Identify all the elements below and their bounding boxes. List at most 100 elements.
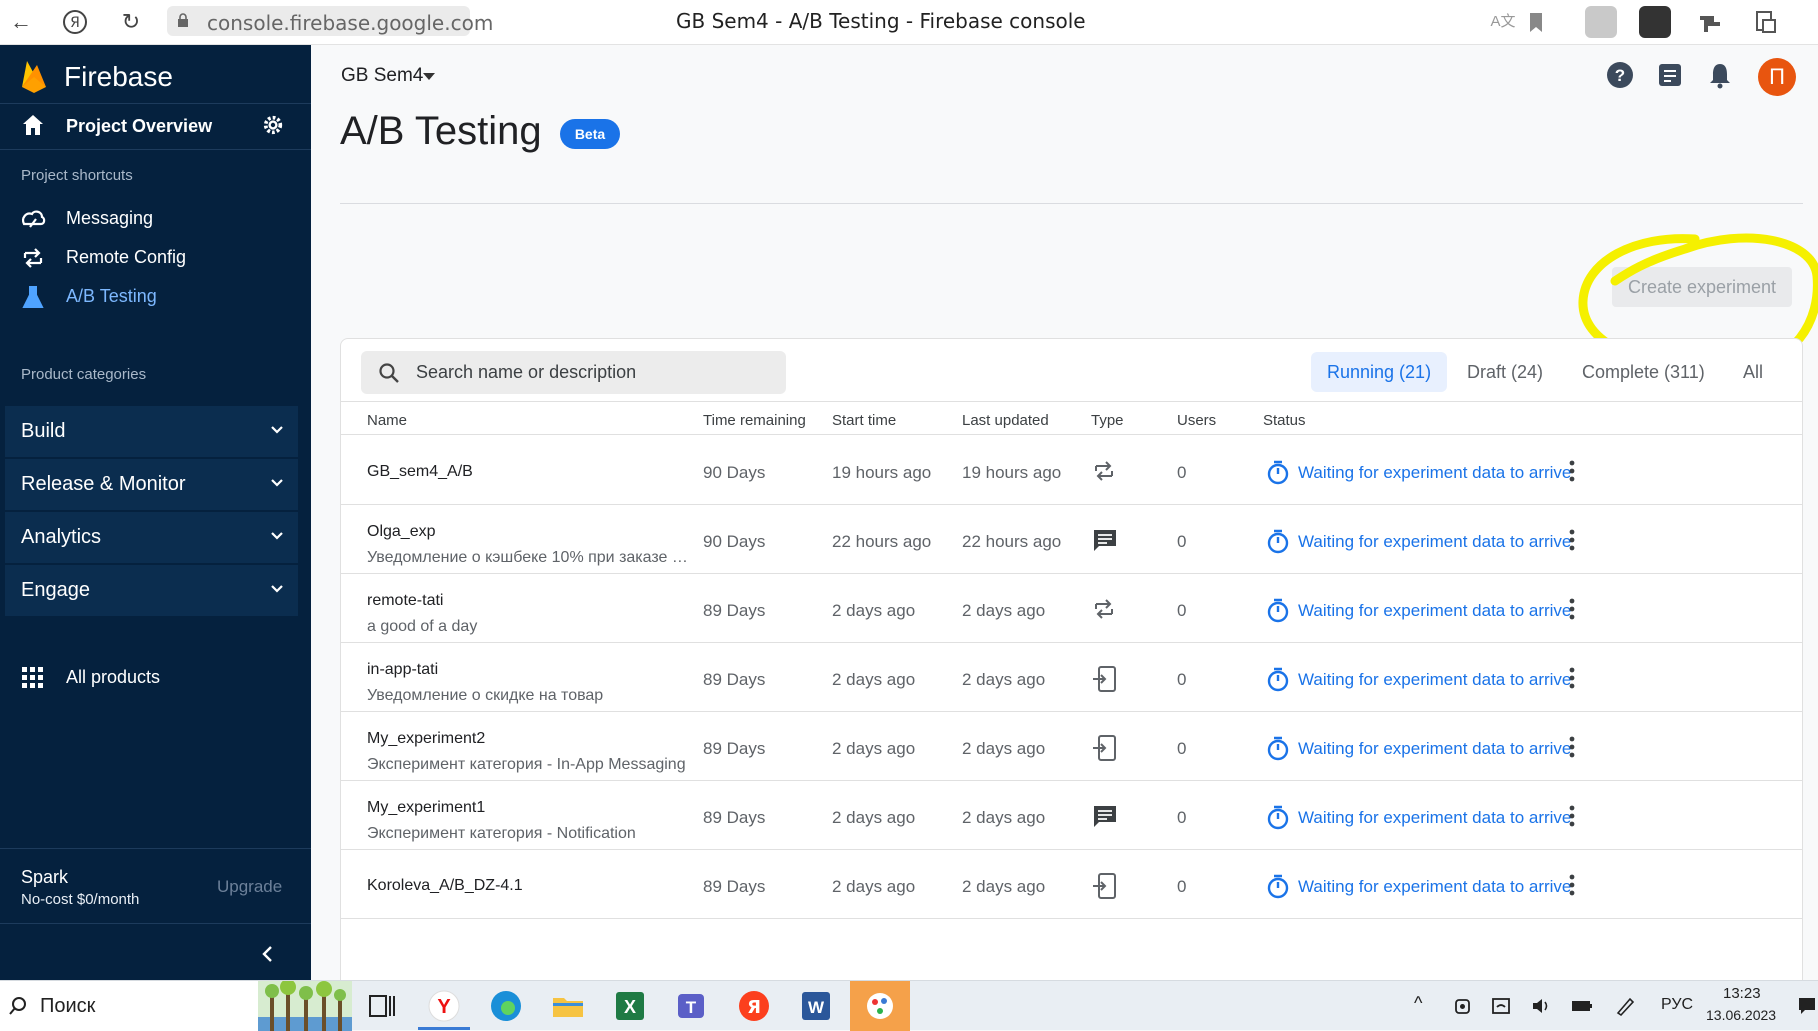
reload-icon[interactable]: ↻ [116,7,146,37]
avatar[interactable]: П [1758,58,1796,96]
table-row[interactable]: My_experiment1 Эксперимент категория - N… [341,781,1802,850]
teams-icon[interactable]: T [672,986,712,1026]
translate-icon[interactable]: A文 [1488,7,1518,37]
more-vert-icon[interactable] [1569,529,1575,551]
notification-center-icon[interactable] [1797,995,1817,1017]
table-row[interactable]: in-app-tati Уведомление о скидке на това… [341,643,1802,712]
notifications-bell-icon[interactable] [1706,61,1734,89]
firebase-logo[interactable]: Firebase [20,59,173,95]
excel-icon[interactable]: X [610,986,650,1026]
experiment-name[interactable]: GB_sem4_A/B [367,463,473,481]
experiment-name[interactable]: in-app-tati [367,661,438,679]
status-text[interactable]: Waiting for experiment data to arrive [1298,739,1571,759]
upgrade-button[interactable]: Upgrade [217,877,282,897]
yandex-icon[interactable]: Я [60,7,90,37]
start-time: 2 days ago [832,670,916,689]
tab-complete[interactable]: Complete (311) [1582,352,1705,392]
sidebar-item-messaging[interactable]: Messaging [0,198,311,238]
back-icon[interactable]: ← [6,7,36,37]
more-vert-icon[interactable] [1569,874,1575,896]
sidebar-item-project-overview[interactable]: Project Overview [0,100,311,145]
language-indicator[interactable]: РУС [1661,996,1693,1014]
sidebar-group-analytics[interactable]: Analytics [5,512,298,563]
column-header-users[interactable]: Users [1177,412,1216,429]
experiment-name[interactable]: My_experiment1 [367,799,485,817]
status-text[interactable]: Waiting for experiment data to arrive [1298,808,1571,828]
more-vert-icon[interactable] [1569,460,1575,482]
sidebar-item-ab-testing[interactable]: A/B Testing [0,276,311,316]
tab-draft[interactable]: Draft (24) [1467,352,1543,392]
clock-date[interactable]: 13.06.2023 [1706,1007,1776,1023]
taskbar-search[interactable]: Поиск [0,981,352,1031]
yandex-icon[interactable]: Я [734,986,774,1026]
status-text[interactable]: Waiting for experiment data to arrive [1298,532,1571,552]
more-vert-icon[interactable] [1569,805,1575,827]
more-vert-icon[interactable] [1569,667,1575,689]
release-notes-icon[interactable] [1656,61,1684,89]
sidebar-item-remote-config[interactable]: Remote Config [0,237,311,277]
extension-icon[interactable] [1585,6,1617,38]
column-header-name[interactable]: Name [367,412,407,429]
table-row[interactable]: Olga_exp Уведомление о кэшбеке 10% при з… [341,505,1802,574]
paint-icon[interactable] [860,986,900,1026]
sidebar-group-build[interactable]: Build [5,406,298,457]
sidebar-item-all-products[interactable]: All products [0,657,311,697]
search-icon [9,997,26,1015]
edge-icon[interactable] [486,986,526,1026]
more-vert-icon[interactable] [1569,598,1575,620]
table-row[interactable]: remote-tati a good of a day 89 Days 2 da… [341,574,1802,643]
extension-icon[interactable] [1749,6,1781,38]
start-time: 2 days ago [832,601,916,620]
lock-icon [178,13,188,27]
status-text[interactable]: Waiting for experiment data to arrive [1298,877,1571,897]
clock-time[interactable]: 13:23 [1723,985,1761,1002]
table-row[interactable]: Koroleva_A/B_DZ-4.1 89 Days 2 days ago 2… [341,850,1802,919]
collapse-sidebar-icon[interactable] [260,945,276,963]
help-icon[interactable]: ? [1606,61,1634,89]
search-input[interactable]: Search name or description [361,351,786,394]
task-view-icon[interactable] [362,986,402,1026]
in-app-messaging-icon [1093,666,1116,692]
bookmark-icon[interactable] [1521,7,1551,37]
project-selector[interactable]: GB Sem4 [341,65,423,87]
status-text[interactable]: Waiting for experiment data to arrive [1298,670,1571,690]
page-tab-title: GB Sem4 - A/B Testing - Firebase console [676,9,1086,33]
last-updated: 2 days ago [962,808,1046,827]
extension-icon[interactable] [1639,6,1671,38]
table-row[interactable]: GB_sem4_A/B 90 Days 19 hours ago 19 hour… [341,436,1802,505]
sidebar-group-engage[interactable]: Engage [5,565,298,616]
battery-icon[interactable] [1570,995,1594,1017]
address-bar[interactable]: console.firebase.google.com [167,6,493,36]
sidebar-group-release-monitor[interactable]: Release & Monitor [5,459,298,510]
column-header-start-time[interactable]: Start time [832,412,896,429]
wifi-icon[interactable] [1490,995,1512,1017]
word-icon[interactable]: W [796,986,836,1026]
tray-chevron-up-icon[interactable]: ^ [1414,993,1422,1014]
column-header-status[interactable]: Status [1263,412,1306,429]
experiment-name[interactable]: My_experiment2 [367,730,485,748]
svg-text:?: ? [1615,66,1625,85]
experiment-name[interactable]: remote-tati [367,592,443,610]
tab-all[interactable]: All [1743,352,1763,392]
caret-down-icon[interactable] [423,73,435,80]
file-explorer-icon[interactable] [548,986,588,1026]
time-remaining: 90 Days [703,463,766,482]
extension-icon[interactable] [1694,6,1726,38]
status-text[interactable]: Waiting for experiment data to arrive [1298,601,1571,621]
more-vert-icon[interactable] [1569,736,1575,758]
experiment-name[interactable]: Olga_exp [367,523,436,541]
plan-name: Spark [21,867,69,887]
svg-text:T: T [686,998,697,1017]
status-text[interactable]: Waiting for experiment data to arrive [1298,463,1571,483]
table-row[interactable]: My_experiment2 Эксперимент категория - I… [341,712,1802,781]
tab-running[interactable]: Running (21) [1311,352,1448,392]
column-header-time-remaining[interactable]: Time remaining [703,412,806,429]
yandex-browser-icon[interactable]: Y [424,986,464,1026]
column-header-last-updated[interactable]: Last updated [962,412,1049,429]
volume-icon[interactable] [1530,995,1552,1017]
camera-icon[interactable] [1452,995,1474,1017]
pen-icon[interactable] [1614,995,1636,1017]
gear-icon[interactable] [262,114,284,136]
column-header-type[interactable]: Type [1091,412,1124,429]
experiment-name[interactable]: Koroleva_A/B_DZ-4.1 [367,877,523,895]
